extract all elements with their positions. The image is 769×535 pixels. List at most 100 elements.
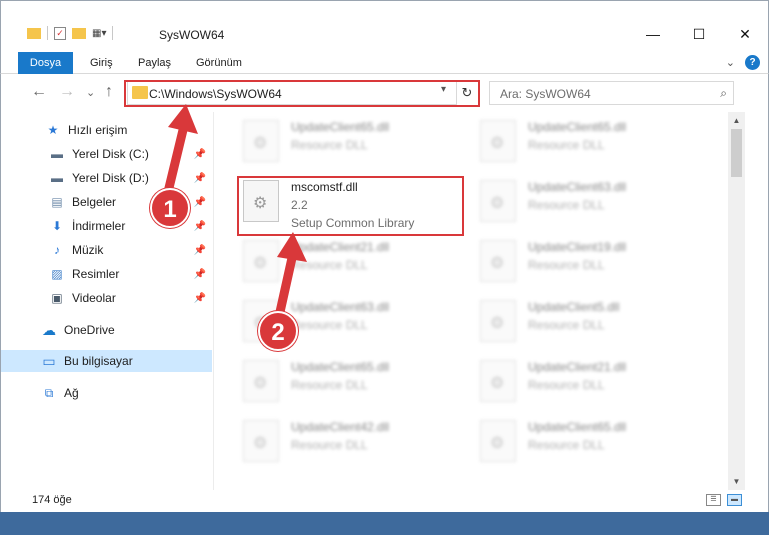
computer-icon: ▭ bbox=[42, 352, 56, 369]
dll-file-icon bbox=[480, 300, 516, 342]
back-button[interactable]: ← bbox=[31, 83, 47, 101]
dll-file-icon bbox=[243, 240, 279, 282]
tab-file[interactable]: Dosya bbox=[18, 52, 73, 74]
tab-view[interactable]: Görünüm bbox=[196, 52, 242, 74]
pin-icon: 📌 bbox=[193, 220, 206, 232]
pin-icon: 📌 bbox=[193, 268, 206, 280]
file-item[interactable]: UpdateClient65.dll Resource DLL bbox=[243, 358, 471, 410]
sidebar-item-drive-c[interactable]: ▬ Yerel Disk (C:) 📌 bbox=[1, 143, 212, 165]
file-description: Resource DLL bbox=[528, 138, 605, 152]
sidebar-item-label: OneDrive bbox=[64, 323, 115, 337]
large-icons-view-icon[interactable]: ▬ bbox=[727, 494, 742, 506]
scroll-up-icon[interactable]: ▲ bbox=[728, 112, 745, 129]
dll-file-icon bbox=[480, 180, 516, 222]
sidebar-item-drive-d[interactable]: ▬ Yerel Disk (D:) 📌 bbox=[1, 167, 212, 189]
sidebar-item-this-pc[interactable]: ▭ Bu bilgisayar bbox=[1, 350, 212, 372]
sidebar-item-quick-access[interactable]: ★ Hızlı erişim bbox=[1, 119, 212, 141]
details-view-icon[interactable]: ☰ bbox=[706, 494, 721, 506]
file-highlight-frame bbox=[237, 176, 464, 236]
file-description: Resource DLL bbox=[528, 378, 605, 392]
sidebar-item-label: Hızlı erişim bbox=[68, 123, 128, 137]
search-box[interactable]: Ara: SysWOW64 ⌕ bbox=[489, 81, 734, 105]
documents-icon: ▤ bbox=[51, 195, 63, 209]
sidebar-item-onedrive[interactable]: ☁ OneDrive bbox=[1, 319, 212, 341]
step-1-badge: 1 bbox=[150, 188, 190, 228]
search-icon[interactable]: ⌕ bbox=[720, 86, 727, 101]
close-button[interactable]: ✕ bbox=[722, 18, 768, 50]
vertical-scrollbar[interactable]: ▲ ▼ bbox=[728, 112, 745, 490]
folder-icon bbox=[27, 27, 41, 39]
maximize-button[interactable]: ☐ bbox=[676, 18, 722, 50]
file-item[interactable]: UpdateClient65.dll Resource DLL bbox=[480, 118, 708, 170]
sidebar-item-label: Belgeler bbox=[72, 195, 117, 209]
tab-home[interactable]: Giriş bbox=[90, 52, 113, 74]
address-highlight-frame bbox=[124, 80, 480, 107]
sidebar-item-label: İndirmeler bbox=[72, 219, 126, 233]
pin-icon: 📌 bbox=[193, 244, 206, 256]
sidebar-item-music[interactable]: ♪ Müzik 📌 bbox=[1, 239, 212, 261]
search-input[interactable]: Ara: SysWOW64 bbox=[500, 87, 591, 101]
dll-file-icon bbox=[243, 360, 279, 402]
scroll-down-icon[interactable]: ▼ bbox=[728, 473, 745, 490]
file-item[interactable]: UpdateClient21.dll Resource DLL bbox=[243, 238, 471, 290]
quick-access-toolbar: ✓ ▦▾ bbox=[27, 26, 114, 40]
file-name: UpdateClient65.dll bbox=[291, 120, 390, 134]
network-icon: ⧉ bbox=[44, 385, 54, 400]
pin-icon: 📌 bbox=[193, 172, 206, 184]
file-description: Resource DLL bbox=[291, 138, 368, 152]
status-bar: 174 öğe ☰ ▬ bbox=[0, 490, 769, 512]
file-name: UpdateClient65.dll bbox=[528, 120, 627, 134]
dll-file-icon bbox=[243, 120, 279, 162]
customize-toolbar-icon[interactable]: ▦▾ bbox=[92, 28, 106, 39]
sidebar-item-label: Yerel Disk (C:) bbox=[72, 147, 149, 161]
window-title: SysWOW64 bbox=[159, 28, 225, 42]
file-item[interactable]: UpdateClient19.dll Resource DLL bbox=[480, 238, 708, 290]
recent-locations-button[interactable]: ⌄ bbox=[86, 86, 95, 99]
file-item[interactable]: UpdateClient21.dll Resource DLL bbox=[480, 358, 708, 410]
file-name: UpdateClient5.dll bbox=[528, 300, 620, 314]
music-icon: ♪ bbox=[54, 243, 60, 257]
ribbon-tabs: Dosya Giriş Paylaş Görünüm ⌄ ? bbox=[0, 52, 769, 74]
pin-icon: 📌 bbox=[193, 148, 206, 160]
step-2-badge: 2 bbox=[258, 311, 298, 351]
new-folder-icon[interactable] bbox=[72, 27, 86, 39]
up-button[interactable]: ↑ bbox=[105, 83, 113, 101]
file-name: UpdateClient42.dll bbox=[291, 420, 390, 434]
file-list: UpdateClient65.dll Resource DLL mscomstf… bbox=[214, 112, 728, 490]
dll-file-icon bbox=[480, 120, 516, 162]
file-item[interactable]: UpdateClient65.dll Resource DLL bbox=[480, 418, 708, 470]
properties-icon[interactable]: ✓ bbox=[54, 26, 66, 40]
sidebar-item-pictures[interactable]: ▨ Resimler 📌 bbox=[1, 263, 212, 285]
expand-ribbon-icon[interactable]: ⌄ bbox=[726, 56, 735, 69]
pin-icon: 📌 bbox=[193, 292, 206, 304]
sidebar-item-network[interactable]: ⧉ Ağ bbox=[1, 382, 212, 404]
scroll-thumb[interactable] bbox=[731, 129, 742, 177]
file-item[interactable]: UpdateClient42.dll Resource DLL bbox=[243, 418, 471, 470]
file-name: UpdateClient21.dll bbox=[291, 240, 390, 254]
desktop-background bbox=[0, 512, 769, 535]
file-item[interactable]: UpdateClient5.dll Resource DLL bbox=[480, 298, 708, 350]
sidebar-item-label: Videolar bbox=[72, 291, 116, 305]
title-bar: ✓ ▦▾ SysWOW64 — ☐ ✕ bbox=[0, 0, 769, 52]
tab-share[interactable]: Paylaş bbox=[138, 52, 171, 74]
file-name: UpdateClient19.dll bbox=[528, 240, 627, 254]
navigation-pane: ★ Hızlı erişim ▬ Yerel Disk (C:) 📌 ▬ Yer… bbox=[1, 112, 213, 490]
file-item[interactable]: UpdateClient63.dll Resource DLL bbox=[480, 178, 708, 230]
videos-icon: ▣ bbox=[51, 291, 63, 305]
star-icon: ★ bbox=[47, 123, 59, 137]
sidebar-item-label: Yerel Disk (D:) bbox=[72, 171, 149, 185]
file-description: Resource DLL bbox=[528, 438, 605, 452]
dll-file-icon bbox=[480, 240, 516, 282]
file-item[interactable]: UpdateClient65.dll Resource DLL bbox=[243, 118, 471, 170]
sidebar-item-videos[interactable]: ▣ Videolar 📌 bbox=[1, 287, 212, 309]
drive-icon: ▬ bbox=[51, 171, 63, 185]
help-icon[interactable]: ? bbox=[745, 55, 760, 70]
file-name: UpdateClient65.dll bbox=[291, 360, 390, 374]
file-name: UpdateClient21.dll bbox=[528, 360, 627, 374]
drive-icon: ▬ bbox=[51, 147, 63, 161]
sidebar-item-label: Müzik bbox=[72, 243, 104, 257]
forward-button[interactable]: → bbox=[59, 83, 75, 101]
toolbar-separator bbox=[47, 26, 48, 40]
minimize-button[interactable]: — bbox=[630, 18, 676, 50]
dll-file-icon bbox=[243, 420, 279, 462]
